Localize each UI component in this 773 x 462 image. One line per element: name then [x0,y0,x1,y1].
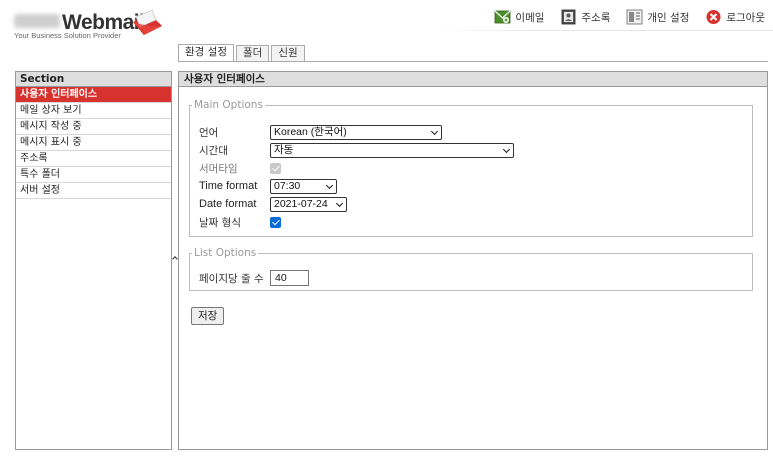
settings-icon [626,9,643,25]
header-divider [430,30,773,31]
list-options-fieldset: List Options 페이지당 줄 수 40 [189,247,753,291]
summertime-row: 서머타임 [199,159,281,177]
section-item-composing[interactable]: 메시지 작성 중 [16,119,171,135]
splitter-handle[interactable] [172,256,178,262]
pretty-date-row: 날짜 형식 [199,213,281,231]
topnav-settings[interactable]: 개인 설정 [626,9,689,25]
date-format-row: Date format 2021-07-24 [199,195,347,213]
timezone-select[interactable]: 자동 [270,142,514,158]
language-value: Korean (한국어) [274,125,347,138]
timezone-row: 시간대 자동 [199,141,514,159]
rows-per-page-input[interactable]: 40 [270,270,309,286]
language-label: 언어 [199,126,219,139]
chevron-down-icon [430,127,439,135]
time-format-label: Time format [199,180,258,192]
topnav-logout-label: 로그아웃 [726,11,765,24]
topnav-settings-label: 개인 설정 [647,11,690,24]
section-list: Section 사용자 인터페이스 메일 상자 보기 메시지 작성 중 메시지 … [15,71,172,450]
tab-preferences[interactable]: 환경 설정 [178,44,234,62]
topnav-email-label: 이메일 [515,11,545,24]
logout-icon [706,10,721,24]
pretty-date-checkbox[interactable] [270,216,281,228]
chevron-down-icon [335,199,344,207]
settings-tabs: 환경 설정 폴더 신원 [178,44,307,62]
topnav-logout[interactable]: 로그아웃 [705,9,765,25]
section-item-mailbox-view[interactable]: 메일 상자 보기 [16,103,171,119]
summertime-checkbox[interactable] [270,162,281,174]
date-format-select[interactable]: 2021-07-24 [270,196,347,212]
rows-per-page-label: 페이지당 줄 수 [199,272,264,285]
save-button[interactable]: 저장 [191,307,225,325]
section-item-server-settings[interactable]: 서버 설정 [16,183,171,199]
time-format-select[interactable]: 07:30 [270,178,337,194]
logo-blurred-brand [14,14,60,28]
pretty-date-label: 날짜 형식 [199,216,241,229]
header: Webmail Your Business Solution Provider … [0,0,773,42]
time-format-value: 07:30 [274,179,301,192]
list-options-legend: List Options [194,247,257,259]
logo[interactable]: Webmail Your Business Solution Provider [14,8,164,42]
section-list-header: Section [16,72,171,87]
topnav-addressbook-label: 주소록 [581,11,611,24]
language-row: 언어 Korean (한국어) [199,123,442,141]
topnav-addressbook[interactable]: 주소록 [560,9,610,25]
logo-tagline: Your Business Solution Provider [14,31,121,40]
preferences-panel: 사용자 인터페이스 Main Options 언어 Korean (한국어) 시… [178,71,768,450]
tab-folders[interactable]: 폴더 [235,45,270,62]
section-item-addressbook[interactable]: 주소록 [16,151,171,167]
tab-identities[interactable]: 신원 [271,45,305,62]
chevron-down-icon [325,181,334,189]
section-item-user-interface[interactable]: 사용자 인터페이스 [16,87,171,103]
language-select[interactable]: Korean (한국어) [270,124,442,140]
main-options-legend: Main Options [194,99,263,111]
topnav-email[interactable]: 이메일 [494,9,544,25]
addressbook-icon [561,9,576,25]
date-format-label: Date format [199,198,257,210]
main-options-fieldset: Main Options 언어 Korean (한국어) 시간대 자동 서머타임… [189,99,753,237]
chevron-down-icon [502,145,511,153]
date-format-value: 2021-07-24 [274,197,328,210]
summertime-label: 서머타임 [199,162,238,175]
time-format-row: Time format 07:30 [199,177,337,195]
email-icon [494,10,511,24]
section-item-special-folders[interactable]: 특수 폴더 [16,167,171,183]
timezone-value: 자동 [274,143,294,156]
rows-per-page-row: 페이지당 줄 수 40 [199,269,309,287]
top-navigation: 이메일 주소록 개인 설정 로그아웃 [494,7,765,27]
preferences-panel-header: 사용자 인터페이스 [179,72,767,87]
section-item-displaying[interactable]: 메시지 표시 중 [16,135,171,151]
tabs-divider [178,61,768,62]
envelope-logo-icon [133,9,162,35]
timezone-label: 시간대 [199,144,228,157]
